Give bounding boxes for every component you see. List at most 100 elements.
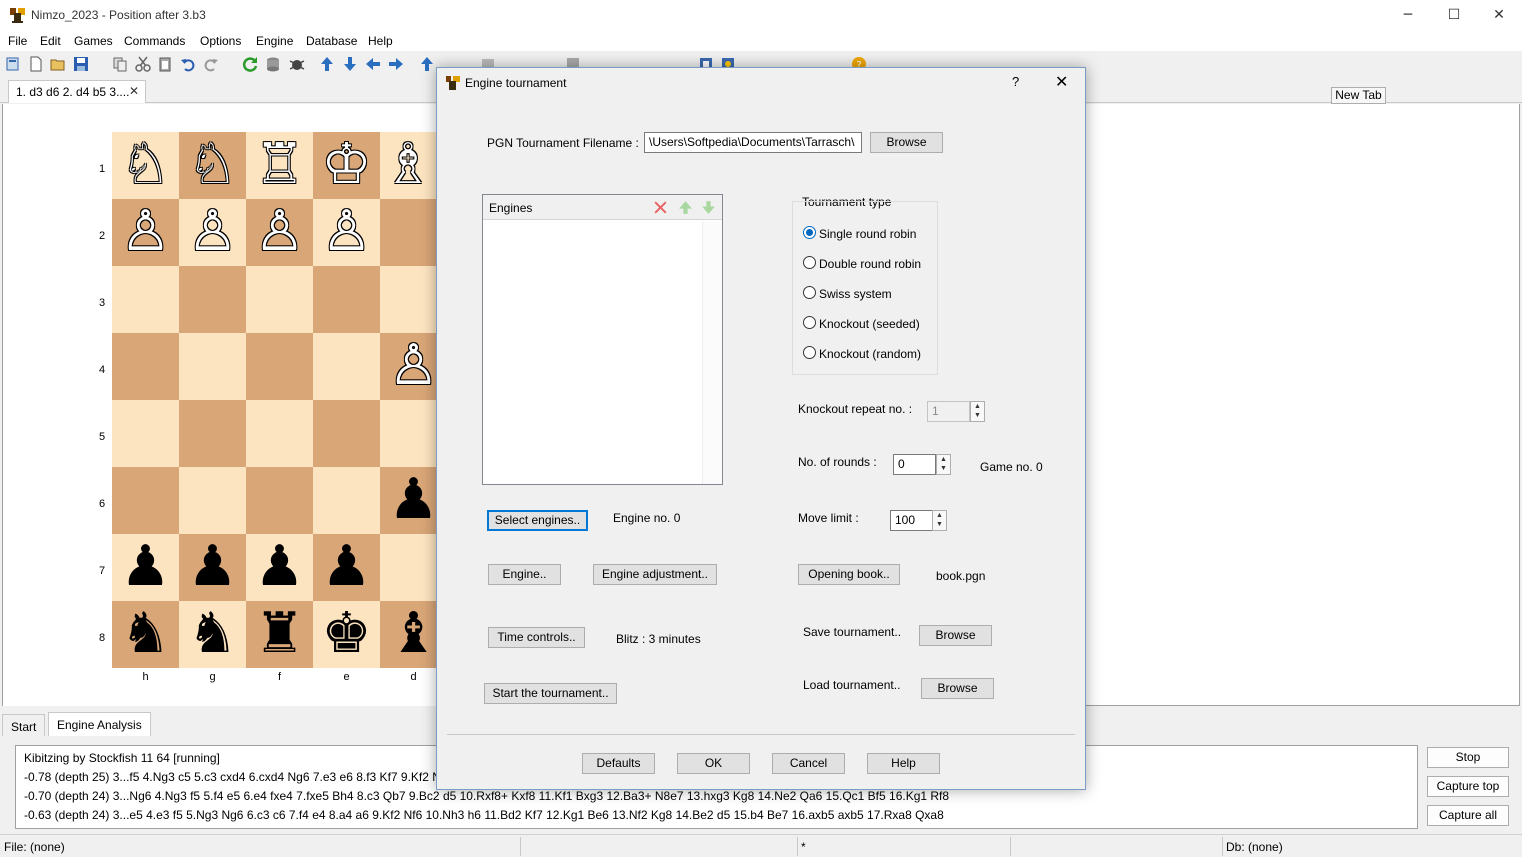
move-limit-field[interactable]: 100 — [890, 510, 933, 531]
tab-start[interactable]: Start — [2, 714, 46, 736]
black-pawn-piece[interactable]: ♟ — [313, 534, 380, 601]
white-pawn-piece[interactable]: ♙ — [179, 199, 246, 266]
select-engines-button[interactable]: Select engines.. — [487, 510, 588, 531]
white-knight-piece[interactable]: ♘ — [179, 132, 246, 199]
database-icon[interactable] — [265, 56, 281, 72]
analysis-line: -0.70 (depth 24) 3...Ng6 4.Ng3 f5 5.f4 e… — [24, 789, 950, 803]
move-down-engine-icon[interactable] — [700, 199, 717, 216]
opening-book-file: book.pgn — [936, 569, 986, 583]
arrow-top-icon[interactable] — [419, 56, 435, 72]
menu-edit[interactable]: Edit — [40, 34, 61, 48]
radio-double-round-robin[interactable] — [803, 256, 816, 269]
dialog-help-button[interactable]: ? — [1012, 74, 1019, 89]
engine-button[interactable]: Engine.. — [488, 564, 561, 585]
engines-list[interactable]: Engines — [482, 194, 723, 485]
black-pawn-piece[interactable]: ♟ — [246, 534, 313, 601]
engines-list-header: Engines — [483, 195, 722, 220]
new-window-icon[interactable] — [5, 56, 21, 72]
move-limit-label: Move limit : — [798, 511, 859, 525]
file-label: f — [277, 671, 282, 683]
white-pawn-piece[interactable]: ♙ — [313, 199, 380, 266]
radio-swiss-system[interactable] — [803, 286, 816, 299]
black-pawn-piece[interactable]: ♟ — [112, 534, 179, 601]
radio-knockout-random[interactable] — [803, 346, 816, 359]
black-knight-piece[interactable]: ♞ — [112, 601, 179, 668]
move-limit-spinner[interactable]: ▲ ▼ — [932, 510, 947, 531]
black-rook-piece[interactable]: ♜ — [246, 601, 313, 668]
cut-icon[interactable] — [135, 56, 151, 72]
app-logo-icon — [10, 8, 25, 23]
pgn-filename-label: PGN Tournament Filename : — [487, 136, 639, 150]
save-tournament-browse-button[interactable]: Browse — [919, 625, 992, 646]
capture-all-button[interactable]: Capture all — [1427, 805, 1509, 826]
radio-single-round-robin[interactable] — [803, 226, 816, 239]
load-tournament-browse-button[interactable]: Browse — [921, 678, 994, 699]
opening-book-button[interactable]: Opening book.. — [798, 564, 900, 585]
arrow-left-icon[interactable] — [365, 56, 381, 72]
black-pawn-piece[interactable]: ♟ — [179, 534, 246, 601]
close-tab-icon[interactable]: ✕ — [129, 84, 139, 98]
maximize-button[interactable]: ☐ — [1431, 0, 1477, 31]
pgn-filename-field[interactable]: \Users\Softpedia\Documents\Tarrasch\ — [644, 132, 862, 153]
remove-engine-icon[interactable] — [652, 199, 669, 216]
menu-games[interactable]: Games — [74, 34, 113, 48]
paste-icon[interactable] — [157, 56, 173, 72]
engine-adjustment-button[interactable]: Engine adjustment.. — [593, 564, 717, 585]
black-king-piece[interactable]: ♚ — [313, 601, 380, 668]
arrow-down-icon[interactable] — [342, 56, 358, 72]
dialog-title: Engine tournament — [465, 76, 567, 90]
radio-label: Knockout (seeded) — [819, 317, 920, 331]
move-up-engine-icon[interactable] — [677, 199, 694, 216]
time-controls-button[interactable]: Time controls.. — [488, 627, 585, 648]
analysis-status-line: Kibitzing by Stockfish 11 64 [running] — [24, 751, 220, 765]
ok-button[interactable]: OK — [677, 753, 750, 774]
radio-knockout-seeded[interactable] — [803, 316, 816, 329]
menu-database[interactable]: Database — [306, 34, 357, 48]
white-rook-piece[interactable]: ♖ — [246, 132, 313, 199]
redo-icon[interactable] — [203, 56, 219, 72]
minimize-button[interactable]: ─ — [1385, 0, 1431, 31]
white-king-piece[interactable]: ♔ — [313, 132, 380, 199]
status-modified: * — [801, 840, 806, 854]
menu-engine[interactable]: Engine — [256, 34, 293, 48]
menu-options[interactable]: Options — [200, 34, 241, 48]
menu-help[interactable]: Help — [368, 34, 393, 48]
white-knight-piece[interactable]: ♘ — [112, 132, 179, 199]
rounds-field[interactable]: 0 — [893, 454, 936, 475]
black-knight-piece[interactable]: ♞ — [179, 601, 246, 668]
analysis-line: -0.78 (depth 25) 3...f5 4.Ng3 c5 5.c3 cx… — [24, 770, 471, 784]
engine-bug-icon[interactable] — [289, 56, 305, 72]
white-pawn-piece[interactable]: ♙ — [112, 199, 179, 266]
new-file-icon[interactable] — [28, 56, 44, 72]
dialog-separator — [447, 734, 1075, 735]
pgn-browse-button[interactable]: Browse — [870, 132, 943, 153]
help-button[interactable]: Help — [867, 753, 940, 774]
refresh-icon[interactable] — [242, 56, 258, 72]
dialog-close-icon[interactable]: ✕ — [1055, 72, 1068, 91]
capture-top-button[interactable]: Capture top — [1427, 776, 1509, 797]
rounds-spinner[interactable]: ▲ ▼ — [936, 454, 951, 475]
game-tab[interactable]: 1. d3 d6 2. d4 b5 3.... ✕ — [8, 80, 146, 103]
stop-button[interactable]: Stop — [1427, 747, 1509, 768]
menu-file[interactable]: File — [8, 34, 27, 48]
window-title: Nimzo_2023 - Position after 3.b3 — [31, 8, 206, 22]
rank-label: 7 — [99, 565, 106, 577]
rank-label: 1 — [99, 163, 106, 175]
white-pawn-piece[interactable]: ♙ — [246, 199, 313, 266]
tab-engine-analysis[interactable]: Engine Analysis — [48, 712, 151, 736]
open-file-icon[interactable] — [50, 56, 66, 72]
save-tournament-label: Save tournament.. — [803, 625, 902, 639]
new-tab-button[interactable]: New Tab — [1331, 87, 1386, 104]
menu-commands[interactable]: Commands — [124, 34, 185, 48]
defaults-button[interactable]: Defaults — [582, 753, 655, 774]
close-window-button[interactable]: ✕ — [1476, 0, 1522, 31]
arrow-right-icon[interactable] — [388, 56, 404, 72]
white-bishop-piece[interactable]: ♗ — [380, 132, 436, 199]
start-tournament-button[interactable]: Start the tournament.. — [484, 683, 617, 704]
engines-scrollbar[interactable] — [702, 221, 722, 484]
copy-icon[interactable] — [112, 56, 128, 72]
save-icon[interactable] — [73, 56, 89, 72]
undo-icon[interactable] — [180, 56, 196, 72]
cancel-button[interactable]: Cancel — [772, 753, 845, 774]
arrow-up-icon[interactable] — [319, 56, 335, 72]
